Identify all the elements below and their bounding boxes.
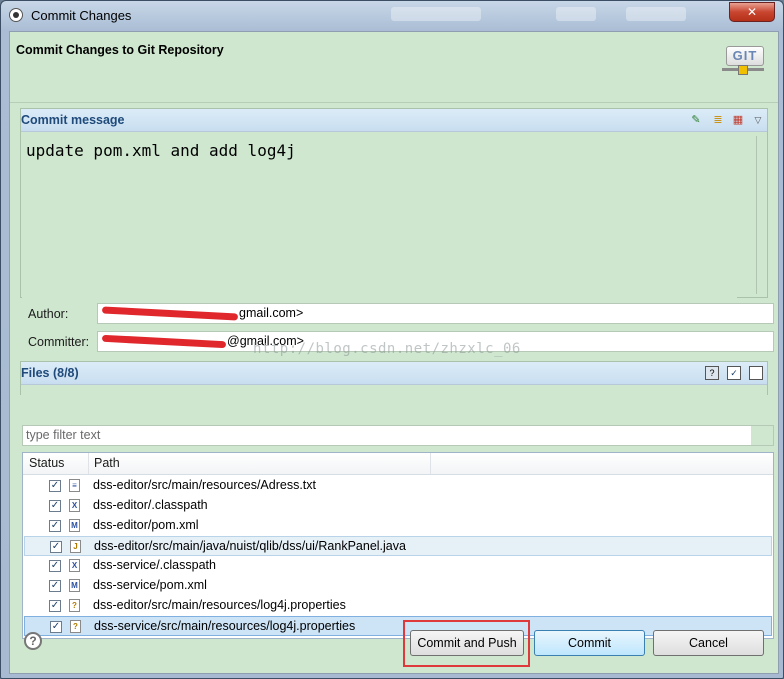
row-checkbox[interactable]: ✓ bbox=[50, 541, 62, 553]
commit-message-scrollbar[interactable] bbox=[756, 136, 757, 294]
title-bar[interactable]: Commit Changes ✕ bbox=[1, 1, 783, 30]
select-all-icon[interactable]: ✓ bbox=[727, 366, 741, 380]
show-untracked-icon[interactable]: ? bbox=[705, 366, 719, 380]
menu-dropdown-icon[interactable]: ▽ bbox=[751, 113, 765, 127]
window-title: Commit Changes bbox=[31, 8, 132, 23]
commit-button[interactable]: Commit bbox=[534, 630, 645, 656]
text-file-icon: ≡ bbox=[69, 479, 80, 492]
properties-file-icon: ? bbox=[69, 599, 80, 612]
table-row[interactable]: ✓ ≡ dss-editor/src/main/resources/Adress… bbox=[24, 476, 772, 496]
row-checkbox[interactable]: ✓ bbox=[49, 500, 61, 512]
files-table-header: Status Path bbox=[23, 453, 773, 475]
file-path: dss-service/src/main/resources/log4j.pro… bbox=[94, 619, 356, 633]
dialog-header: Commit Changes to Git Repository GIT bbox=[10, 32, 778, 103]
files-table: Status Path ✓ ≡ dss-editor/src/main/reso… bbox=[22, 452, 774, 639]
background-tab-ghost bbox=[556, 7, 596, 21]
file-path: dss-editor/src/main/resources/log4j.prop… bbox=[93, 598, 346, 612]
file-path: dss-editor/.classpath bbox=[93, 498, 208, 512]
maven-file-icon: M bbox=[69, 579, 80, 592]
watermark-text: http://blog.csdn.net/zhzxlc_06 bbox=[253, 341, 521, 357]
table-row[interactable]: ✓ ? dss-editor/src/main/resources/log4j.… bbox=[24, 596, 772, 616]
maven-file-icon: M bbox=[69, 519, 80, 532]
row-checkbox[interactable]: ✓ bbox=[49, 520, 61, 532]
eclipse-app-icon bbox=[9, 8, 23, 22]
xml-file-icon: X bbox=[69, 499, 80, 512]
commit-message-section: Commit message ✎ ≣ ▦ ▽ update pom.xml an… bbox=[20, 108, 768, 305]
author-field[interactable]: gmail.com> bbox=[97, 303, 774, 324]
file-filter-input[interactable]: type filter text bbox=[22, 425, 774, 446]
redaction-mark bbox=[101, 306, 239, 321]
close-button[interactable]: ✕ bbox=[729, 2, 775, 22]
properties-file-icon: ? bbox=[70, 620, 81, 633]
row-checkbox[interactable]: ✓ bbox=[50, 621, 62, 633]
table-row[interactable]: ✓ M dss-service/pom.xml bbox=[24, 576, 772, 596]
column-path[interactable]: Path bbox=[94, 456, 120, 470]
git-logo-node bbox=[738, 65, 748, 75]
committer-label: Committer: bbox=[28, 335, 90, 349]
git-logo-text: GIT bbox=[726, 46, 764, 66]
column-divider[interactable] bbox=[430, 453, 431, 474]
table-row[interactable]: ✓ J dss-editor/src/main/java/nuist/qlib/… bbox=[24, 536, 772, 556]
xml-file-icon: X bbox=[69, 559, 80, 572]
git-logo: GIT bbox=[722, 46, 764, 80]
cancel-button[interactable]: Cancel bbox=[653, 630, 764, 656]
compute-changeid-icon[interactable]: ▦ bbox=[731, 113, 745, 127]
add-signed-off-icon[interactable]: ✎ bbox=[689, 113, 703, 127]
column-divider[interactable] bbox=[88, 453, 89, 474]
file-path: dss-editor/src/main/resources/Adress.txt bbox=[93, 478, 316, 492]
file-path: dss-service/pom.xml bbox=[93, 578, 207, 592]
author-value: gmail.com> bbox=[239, 306, 304, 320]
row-checkbox[interactable]: ✓ bbox=[49, 600, 61, 612]
row-checkbox[interactable]: ✓ bbox=[49, 560, 61, 572]
background-tab-ghost bbox=[391, 7, 481, 21]
deselect-all-icon[interactable] bbox=[749, 366, 763, 380]
column-status[interactable]: Status bbox=[29, 456, 64, 470]
files-title: Files (8/8) bbox=[21, 366, 79, 380]
file-filter-placeholder: type filter text bbox=[26, 428, 101, 442]
commit-dialog-window: Commit Changes ✕ Commit Changes to Git R… bbox=[0, 0, 784, 679]
commit-message-section-bar: Commit message ✎ ≣ ▦ ▽ bbox=[21, 109, 767, 132]
files-section-bar: Files (8/8) ? ✓ bbox=[21, 362, 767, 385]
file-path: dss-editor/src/main/java/nuist/qlib/dss/… bbox=[94, 539, 406, 553]
background-tab-ghost bbox=[626, 7, 686, 21]
help-icon[interactable]: ? bbox=[24, 632, 42, 650]
files-section: Files (8/8) ? ✓ bbox=[20, 361, 768, 395]
table-row[interactable]: ✓ X dss-service/.classpath bbox=[24, 556, 772, 576]
amend-icon[interactable]: ≣ bbox=[711, 113, 725, 127]
table-row[interactable]: ✓ M dss-editor/pom.xml bbox=[24, 516, 772, 536]
file-path: dss-service/.classpath bbox=[93, 558, 216, 572]
redaction-mark bbox=[101, 334, 227, 349]
highlight-box bbox=[403, 620, 530, 667]
commit-message-title: Commit message bbox=[21, 113, 125, 127]
filter-clear-area bbox=[751, 426, 773, 445]
author-label: Author: bbox=[28, 307, 69, 321]
file-path: dss-editor/pom.xml bbox=[93, 518, 199, 532]
table-row[interactable]: ✓ X dss-editor/.classpath bbox=[24, 496, 772, 516]
row-checkbox[interactable]: ✓ bbox=[49, 580, 61, 592]
commit-message-input[interactable]: update pom.xml and add log4j bbox=[22, 135, 737, 305]
dialog-heading: Commit Changes to Git Repository bbox=[16, 43, 224, 57]
java-file-icon: J bbox=[70, 540, 81, 553]
row-checkbox[interactable]: ✓ bbox=[49, 480, 61, 492]
